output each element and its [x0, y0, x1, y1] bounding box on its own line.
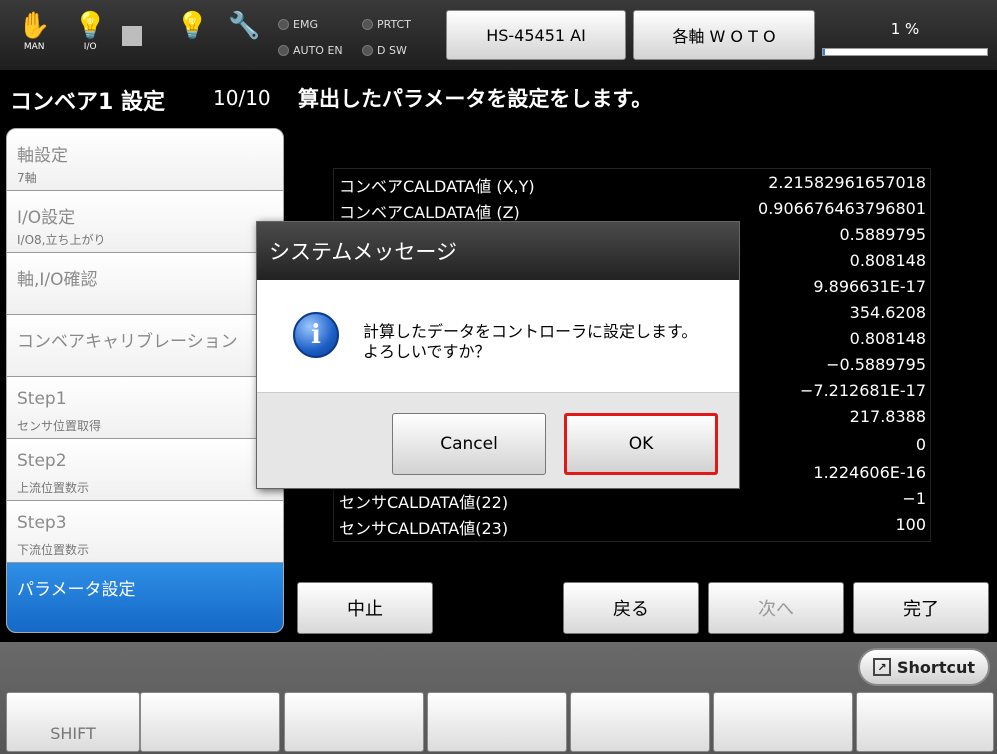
cancel-button[interactable]: Cancel: [392, 413, 546, 475]
step-item-step1[interactable]: Step1 センサ位置取得: [7, 377, 283, 439]
step-item-step3[interactable]: Step3 下流位置数示: [7, 501, 283, 563]
function-key-7[interactable]: [856, 692, 994, 752]
prtct-led-icon: [362, 19, 373, 30]
back-button[interactable]: 戻る: [563, 582, 699, 634]
shift-key-button[interactable]: SHIFT: [6, 692, 140, 752]
dsw-indicator: D SW: [362, 44, 407, 57]
function-key-2[interactable]: [140, 692, 280, 752]
dsw-led-icon: [362, 45, 373, 56]
dialog-header: システムメッセージ: [257, 222, 739, 280]
table-row: センサCALDATA値(22) −1: [339, 489, 926, 512]
wizard-header: コンベア1 設定 10/10: [0, 76, 290, 120]
step-item-conveyor-calibration[interactable]: コンベアキャリブレーション: [7, 315, 283, 377]
emg-indicator: EMG: [278, 18, 318, 31]
shortcut-icon: ↗: [873, 658, 892, 676]
io-icon-caption: I/O: [83, 42, 97, 52]
function-key-5[interactable]: [570, 692, 710, 752]
hand-icon-caption: MAN: [23, 42, 45, 52]
wizard-title: コンベア1 設定: [10, 90, 165, 115]
info-icon: i: [293, 312, 339, 358]
stop-square-icon[interactable]: [122, 26, 142, 46]
function-key-3[interactable]: [284, 692, 424, 752]
system-message-dialog: システムメッセージ i 計算したデータをコントローラに設定します。 よろしいです…: [256, 221, 740, 489]
speed-bar-fill: [823, 49, 825, 55]
dialog-body: i 計算したデータをコントローラに設定します。 よろしいですか？: [257, 280, 739, 392]
step-item-io-settings[interactable]: I/O設定 I/O8,立ち上がり: [7, 191, 283, 253]
speed-bar: [822, 48, 988, 56]
wizard-step-list: 軸設定 7軸 I/O設定 I/O8,立ち上がり 軸,I/O確認 コンベアキャリブ…: [6, 128, 284, 633]
next-button[interactable]: 次へ: [708, 582, 844, 634]
step-item-parameter-settings[interactable]: パラメータ設定: [7, 563, 283, 632]
dialog-message-line2: よろしいですか？: [363, 342, 491, 361]
prtct-indicator: PRTCT: [362, 18, 411, 31]
step-item-step2[interactable]: Step2 上流位置数示: [7, 439, 283, 501]
top-toolbar: ✋ MAN 💡 I/O 💡 🔧 EMG PRTCT AUTO EN D SW H…: [0, 0, 997, 70]
wizard-page-counter: 10/10: [213, 86, 271, 110]
step-item-axis-settings[interactable]: 軸設定 7軸: [7, 129, 283, 191]
table-row: センサCALDATA値(23) 100: [339, 515, 926, 538]
table-row: コンベアCALDATA値 (X,Y) 2.21582961657018: [339, 173, 926, 196]
abort-button[interactable]: 中止: [297, 582, 433, 634]
hand-icon[interactable]: ✋ MAN: [18, 12, 50, 52]
step-item-axis-io-check[interactable]: 軸,I/O確認: [7, 253, 283, 315]
speed-text: 1 %: [890, 20, 920, 38]
emg-led-icon: [278, 19, 289, 30]
ok-button[interactable]: OK: [564, 413, 718, 475]
auto-en-led-icon: [278, 45, 289, 56]
page-title: 算出したパラメータを設定をします。: [298, 87, 653, 111]
shortcut-button[interactable]: ↗ Shortcut: [858, 648, 990, 686]
speed-indicator[interactable]: 1 %: [820, 10, 990, 60]
dialog-title: システムメッセージ: [269, 240, 457, 264]
robot-model-button[interactable]: HS-45451 AI: [446, 10, 626, 60]
auto-en-indicator: AUTO EN: [278, 44, 343, 57]
finish-button[interactable]: 完了: [853, 582, 989, 634]
table-row: コンベアCALDATA値 (Z) 0.906676463796801: [339, 199, 926, 222]
io-bulb-icon[interactable]: 💡 I/O: [74, 12, 106, 52]
function-key-4[interactable]: [427, 692, 567, 752]
wrench-icon[interactable]: 🔧: [228, 12, 260, 40]
function-key-6[interactable]: [713, 692, 853, 752]
dialog-footer: Cancel OK: [257, 392, 739, 488]
axis-mode-button[interactable]: 各軸 W O T O: [633, 10, 815, 60]
bulb-icon[interactable]: 💡: [176, 12, 208, 40]
